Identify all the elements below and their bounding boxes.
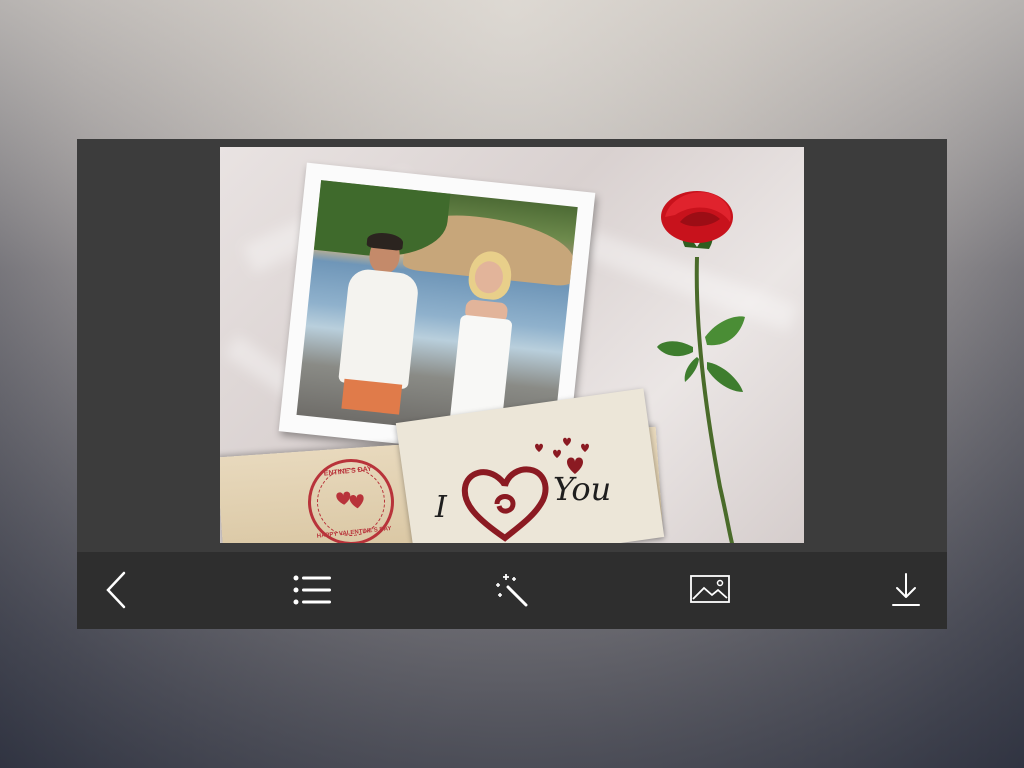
man-figure [326,231,430,431]
editor-panel: ENTINE'S DAY HAPPY VALENTINE'S DAY I You [77,139,947,552]
download-button[interactable] [884,570,928,610]
magic-wand-button[interactable] [489,570,533,610]
list-icon [293,575,331,605]
back-button[interactable] [94,570,138,610]
photo-frame-canvas[interactable]: ENTINE'S DAY HAPPY VALENTINE'S DAY I You [220,147,804,543]
love-message: I You [435,437,645,542]
bottom-toolbar [77,552,947,629]
menu-list-button[interactable] [290,570,334,610]
love-i-text: I [435,490,447,525]
download-icon [892,573,920,606]
magic-wand-icon [496,574,528,607]
image-icon [690,575,730,603]
chevron-left-icon [106,571,126,609]
small-hearts-icon [535,437,589,474]
gallery-button[interactable] [688,570,732,610]
